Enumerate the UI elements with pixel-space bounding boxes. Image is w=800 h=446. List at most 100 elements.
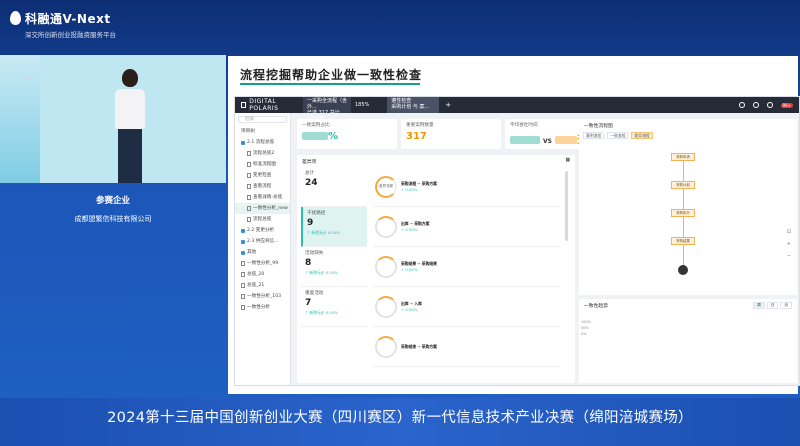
sidebar-item[interactable]: 查看流程: [235, 181, 290, 192]
document-icon: [241, 272, 245, 277]
group-interference-path[interactable]: 干扰路径 9 ↑ 新增无价 0.00%: [301, 207, 367, 247]
notification-badge: 99+: [780, 102, 793, 108]
project-sidebar: 检索 项目树 2.1 流程总揽 流程总揽2 标准流程图 变更检查 查看流程 查看…: [235, 113, 291, 385]
filter-conform-flow[interactable]: 一致流程: [607, 132, 629, 139]
flow-node[interactable]: 采购计划: [671, 181, 695, 189]
sidebar-item[interactable]: 一致性分析_99: [235, 258, 290, 269]
folder-icon: [241, 239, 245, 244]
sidebar-item[interactable]: 一致性分析_103: [235, 291, 290, 302]
blurred-value: [554, 136, 577, 144]
document-icon: [241, 283, 245, 288]
document-icon: [247, 151, 251, 156]
presentation-slide: 流程挖掘帮助企业做一致性检查 DIGITAL POLARIS 一采购全流程（含外…: [228, 56, 800, 394]
bookmark-icon[interactable]: [738, 102, 745, 108]
sidebar-item[interactable]: 总揽_21: [235, 280, 290, 291]
zoom-level: 185%: [355, 102, 370, 108]
document-icon: [247, 206, 251, 211]
progress-ring: [375, 255, 397, 278]
list-item[interactable]: 出库 → 入库 + 0.00%: [373, 287, 559, 327]
app-window: DIGITAL POLARIS 一采购全流程（含外... 已选 317 共计 1…: [234, 96, 800, 386]
difference-groups: 总计 24 干扰路径 9 ↑ 新增无价 0.00% 活动缺失 8 ↑ 新增无价 …: [301, 167, 367, 327]
fit-icon[interactable]: ⊡: [787, 229, 791, 235]
brand-logo: 科融通V-Next 深交所创新创业投融资服务平台: [10, 10, 116, 39]
progress-ring: [375, 215, 397, 238]
difference-list: 差异流程 采购流程 → 采购方案 + 0.00% 出库 → 采购方案 + 0.00%…: [373, 167, 559, 367]
flow-node[interactable]: 采购执行: [671, 209, 695, 217]
chart-toggle-icon[interactable]: ▦: [565, 158, 570, 165]
settings-icon[interactable]: [752, 102, 759, 108]
title-underline: [240, 83, 420, 85]
sidebar-item[interactable]: 流程总揽2: [235, 148, 290, 159]
document-icon: [241, 305, 245, 310]
sidebar-item[interactable]: 2.1 流程总揽: [235, 137, 290, 148]
zoom-in-icon[interactable]: +: [787, 241, 791, 247]
group-missing-activity[interactable]: 活动缺失 8 ↑ 新增无价 0.00%: [301, 247, 367, 287]
brand-icon: [241, 102, 247, 108]
flow-end-node: [678, 265, 688, 275]
document-icon: [247, 184, 251, 189]
kpi-case-count: 重要案例数量 317: [401, 119, 501, 149]
sidebar-item[interactable]: 2.3 供应商信...: [235, 236, 290, 247]
filter-diff-flow[interactable]: 差异流程: [631, 132, 653, 139]
brand-title: 科融通V-Next: [25, 12, 111, 26]
folder-icon: [241, 140, 245, 145]
sponsor-label: 参赛企业: [95, 196, 130, 206]
droplet-icon: [10, 11, 21, 25]
brand-subtitle: 深交所创新创业投融资服务平台: [25, 31, 116, 39]
sponsor-name: 成都盟繁信科技有限公司: [74, 215, 152, 223]
process-flow: 采购申请 采购计划 采购执行 采购结果: [671, 153, 701, 275]
presenter: [112, 69, 148, 183]
sidebar-item[interactable]: 标准流程图: [235, 159, 290, 170]
list-item[interactable]: 出库 → 采购方案 + 0.00%: [373, 207, 559, 247]
sidebar-item[interactable]: 总揽_20: [235, 269, 290, 280]
progress-ring: [375, 335, 397, 358]
document-icon: [247, 162, 251, 167]
sidebar-search-input[interactable]: 检索: [238, 116, 287, 123]
list-item[interactable]: 差异流程 采购流程 → 采购方案 + 0.00%: [373, 167, 559, 207]
scrollbar[interactable]: [565, 171, 568, 241]
document-icon: [247, 195, 251, 200]
period-day[interactable]: 日: [766, 302, 779, 309]
slide-title: 流程挖掘帮助企业做一致性检查: [240, 68, 423, 82]
sidebar-item[interactable]: 其他: [235, 247, 290, 258]
add-tab-button[interactable]: +: [439, 101, 457, 109]
document-icon: [247, 217, 251, 222]
flow-node[interactable]: 采购结果: [671, 237, 695, 245]
sidebar-item[interactable]: 变更检查: [235, 170, 290, 181]
sidebar-item[interactable]: 流程总揽: [235, 214, 290, 225]
banner-text: 2024第十三届中国创新创业大赛（四川赛区）新一代信息技术产业决赛（绵阳涪城赛场…: [107, 410, 693, 426]
cursor-icon: [23, 72, 34, 82]
period-month[interactable]: 月: [780, 302, 792, 309]
filter-case-flow[interactable]: 案例流程: [583, 132, 605, 139]
flow-node[interactable]: 采购申请: [671, 153, 695, 161]
tab-conformance[interactable]: 遵性检查 采购计划 与 案...: [387, 97, 440, 113]
panel-title: 一致性流程图: [584, 124, 613, 129]
sidebar-item[interactable]: 一致性分析: [235, 302, 290, 313]
sidebar-item[interactable]: 查看详情-总揽: [235, 192, 290, 203]
sidebar-item[interactable]: 2.2 变更分析: [235, 225, 290, 236]
group-total[interactable]: 总计 24: [301, 167, 367, 207]
sidebar-tree-label: 项目树: [241, 129, 255, 134]
group-repeated-activity[interactable]: 重复活动 7 ↑ 新增无价 0.00%: [301, 287, 367, 327]
progress-ring: 差异流程: [375, 175, 397, 198]
user-icon[interactable]: [766, 102, 773, 108]
progress-ring: [375, 295, 397, 318]
app-brand: DIGITAL POLARIS: [235, 98, 303, 112]
flow-filters: 案例流程 一致流程 差异流程: [579, 132, 797, 139]
list-item[interactable]: 采购结果 → 采购结果 + 0.00%: [373, 247, 559, 287]
app-topbar: DIGITAL POLARIS 一采购全流程（含外... 已选 317 共计 1…: [235, 97, 799, 122]
zoom-out-icon[interactable]: −: [787, 253, 791, 259]
zoom-controls: ⊡ + −: [787, 229, 791, 259]
y-axis-labels: 100% 50% 0%: [581, 320, 591, 336]
tab-process[interactable]: 一采购全流程（含外... 已选 317 共计 17.10K: [303, 97, 351, 122]
folder-icon: [241, 250, 245, 255]
conformance-flow-panel: 一致性流程图 案例流程 一致流程 差异流程 采购申请 采购计划 采购执行 采购结…: [579, 119, 797, 295]
kpi-conformance-ratio: 一致案例占比 %: [297, 119, 397, 149]
panel-title: 差异项: [302, 160, 317, 165]
list-item[interactable]: 采购结束 → 采购方案: [373, 327, 559, 367]
blurred-value: [510, 136, 540, 144]
sidebar-item-active[interactable]: 一致性分析_new: [235, 203, 290, 214]
event-banner: 2024第十三届中国创新创业大赛（四川赛区）新一代信息技术产业决赛（绵阳涪城赛场…: [0, 398, 800, 446]
period-week[interactable]: 周: [753, 302, 765, 309]
kpi-row: 一致案例占比 % 重要案例数量 317 平均吞吐时间 VS天: [297, 119, 605, 149]
